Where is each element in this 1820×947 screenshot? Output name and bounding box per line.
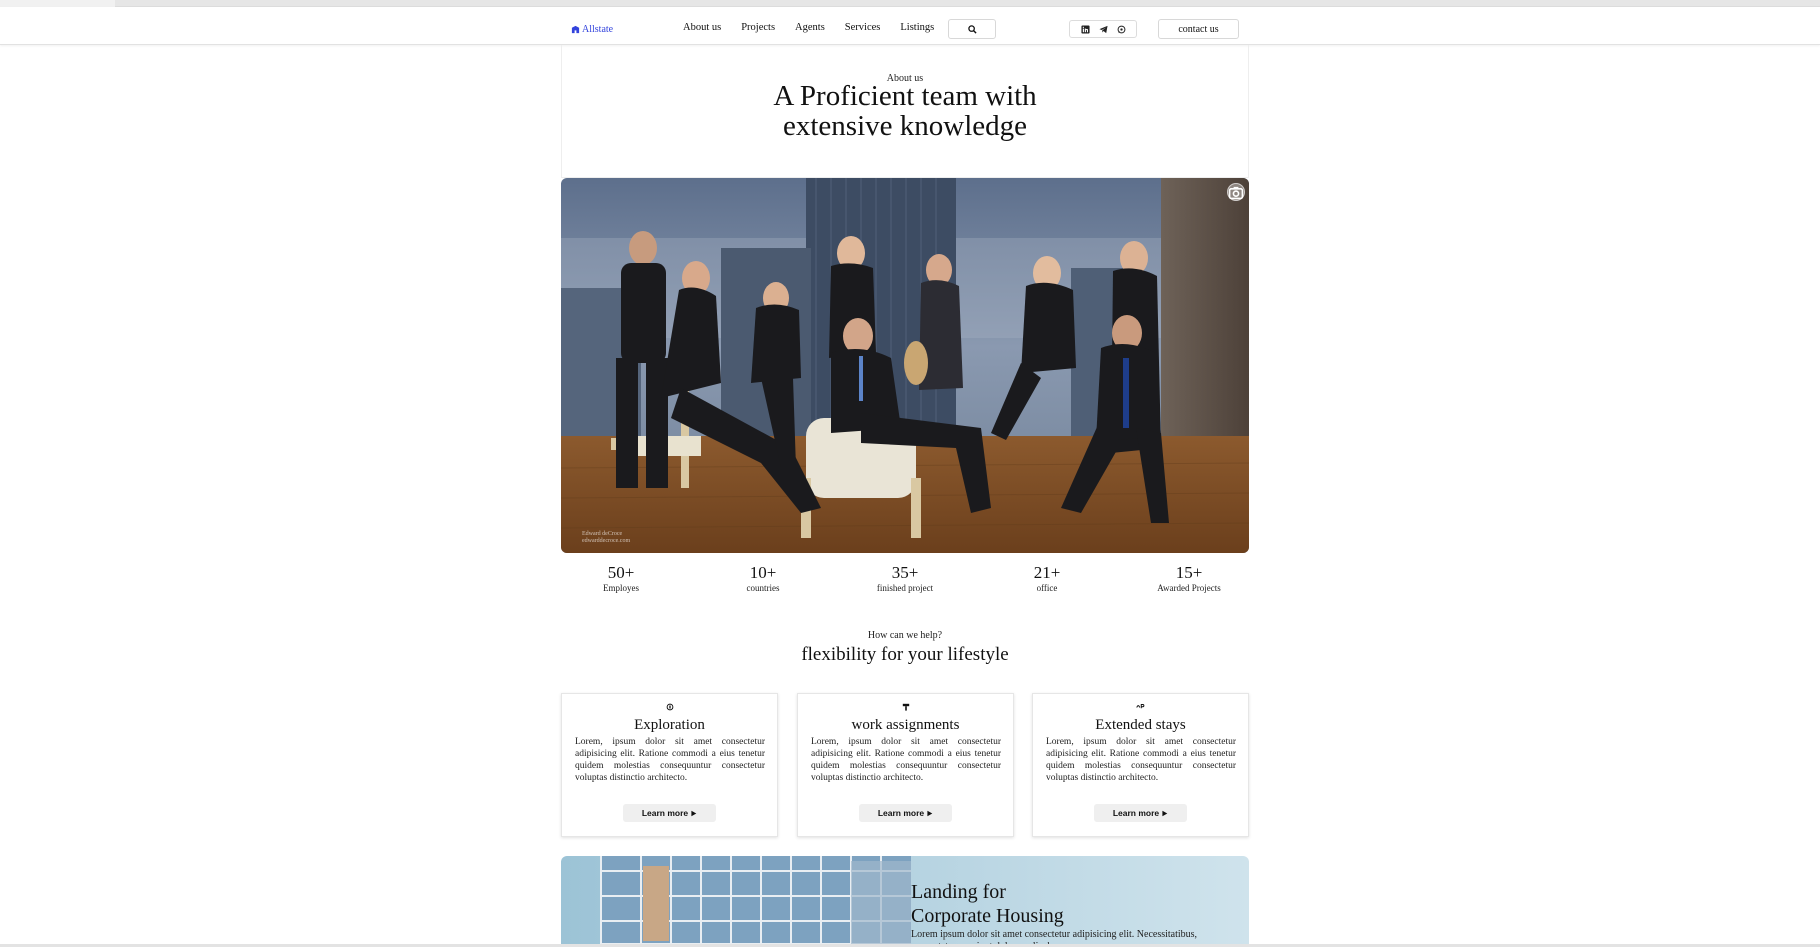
main-content: About us A Proficient team with extensiv…	[561, 45, 1249, 947]
hero-title-line2: extensive knowledge	[782, 110, 1027, 142]
stat-value: 50+	[607, 563, 635, 582]
building-icon	[571, 25, 580, 33]
corporate-housing-banner: Landing for Corporate Housing Lorem ipsu…	[561, 856, 1249, 947]
photo-credit: Edward deCroce edwarddecroce.com	[582, 531, 630, 545]
stat-value: 10+	[749, 563, 777, 582]
logo[interactable]: Allstate	[571, 22, 613, 36]
stat-value: 35+	[891, 563, 919, 582]
navbar: Allstate About us Projects Agents Servic…	[0, 7, 1820, 45]
camera-icon	[1228, 186, 1244, 200]
stat-countries: 10+ countries	[703, 563, 823, 594]
card-icon-wrap	[798, 703, 1013, 711]
stat-awarded-projects: 15+ Awarded Projects	[1129, 563, 1249, 594]
stat-label: countries	[746, 583, 780, 593]
team-photo: Edward deCroce edwarddecroce.com	[561, 178, 1249, 553]
stat-label: finished project	[876, 583, 934, 593]
search-icon	[967, 24, 977, 34]
card-extended-stays: Extended stays Lorem, ipsum dolor sit am…	[1032, 693, 1249, 837]
stat-label: Employes	[603, 583, 639, 593]
card-title: work assignments	[851, 717, 960, 733]
logo-text: Allstate	[582, 23, 614, 35]
learn-more-label: Learn more	[877, 808, 925, 818]
play-arrow-icon	[927, 810, 933, 816]
stat-value: 21+	[1033, 563, 1061, 582]
compass-icon	[666, 703, 673, 711]
top-strip-inner	[115, 0, 1820, 7]
nav-projects[interactable]: Projects	[741, 21, 775, 35]
banner-title: Landing for Corporate Housing	[911, 880, 1064, 928]
learn-more-button[interactable]: Learn more	[1094, 804, 1187, 822]
service-cards: Exploration Lorem, ipsum dolor sit amet …	[561, 693, 1249, 837]
nav-listings[interactable]: Listings	[900, 21, 934, 35]
up-arrow-icon	[1136, 704, 1145, 709]
hero-section: About us A Proficient team with extensiv…	[561, 45, 1249, 178]
play-arrow-icon	[1162, 810, 1168, 816]
card-title: Exploration	[634, 717, 705, 733]
stat-finished-project: 35+ finished project	[845, 563, 965, 594]
learn-more-button[interactable]: Learn more	[623, 804, 716, 822]
team-photo-image	[561, 178, 1249, 553]
hero-title-line1: A Proficient team with	[773, 80, 1037, 112]
card-work-assignments: work assignments Lorem, ipsum dolor sit …	[797, 693, 1014, 837]
contact-us-button[interactable]: contact us	[1158, 19, 1239, 39]
help-eyebrow: How can we help?	[867, 630, 943, 641]
top-strip	[0, 0, 1820, 7]
card-text: Lorem, ipsum dolor sit amet consectetur …	[1046, 737, 1236, 783]
social-links	[1069, 20, 1137, 38]
stat-employees: 50+ Employes	[561, 563, 681, 594]
card-text: Lorem, ipsum dolor sit amet consectetur …	[811, 737, 1001, 783]
hero-title: A Proficient team with extensive knowled…	[562, 81, 1248, 141]
telegram-link[interactable]	[1097, 23, 1109, 35]
card-exploration: Exploration Lorem, ipsum dolor sit amet …	[561, 693, 778, 837]
whatsapp-icon	[1117, 25, 1125, 33]
card-title: Extended stays	[1095, 717, 1186, 733]
nav-links: About us Projects Agents Services Listin…	[683, 21, 954, 35]
learn-more-label: Learn more	[641, 808, 689, 818]
banner-title-line1: Landing for	[911, 881, 1006, 903]
nav-agents[interactable]: Agents	[795, 21, 825, 35]
telegram-icon	[1098, 25, 1108, 33]
stat-label: office	[1036, 583, 1058, 593]
nav-about-us[interactable]: About us	[683, 21, 721, 35]
card-icon-wrap	[1033, 703, 1248, 709]
nav-services[interactable]: Services	[845, 21, 881, 35]
stat-value: 15+	[1175, 563, 1203, 582]
play-arrow-icon	[691, 810, 697, 816]
stat-office: 21+ office	[987, 563, 1107, 594]
banner-title-line2: Corporate Housing	[911, 905, 1064, 927]
learn-more-button[interactable]: Learn more	[859, 804, 952, 822]
help-title: flexibility for your lifestyle	[801, 644, 1009, 665]
stats-row: 50+ Employes 10+ countries 35+ finished …	[561, 563, 1249, 594]
hammer-icon	[902, 703, 909, 711]
card-text: Lorem, ipsum dolor sit amet consectetur …	[575, 737, 765, 783]
linkedin-link[interactable]	[1079, 23, 1091, 35]
photo-credit-line2: edwarddecroce.com	[582, 538, 631, 544]
card-icon-wrap	[562, 703, 777, 711]
photo-credit-line1: Edward deCroce	[582, 531, 623, 537]
whatsapp-link[interactable]	[1115, 23, 1127, 35]
linkedin-icon	[1080, 24, 1090, 34]
learn-more-label: Learn more	[1112, 808, 1160, 818]
expand-photo-button[interactable]	[1227, 183, 1245, 201]
search-button[interactable]	[948, 19, 996, 39]
stat-label: Awarded Projects	[1157, 583, 1221, 593]
